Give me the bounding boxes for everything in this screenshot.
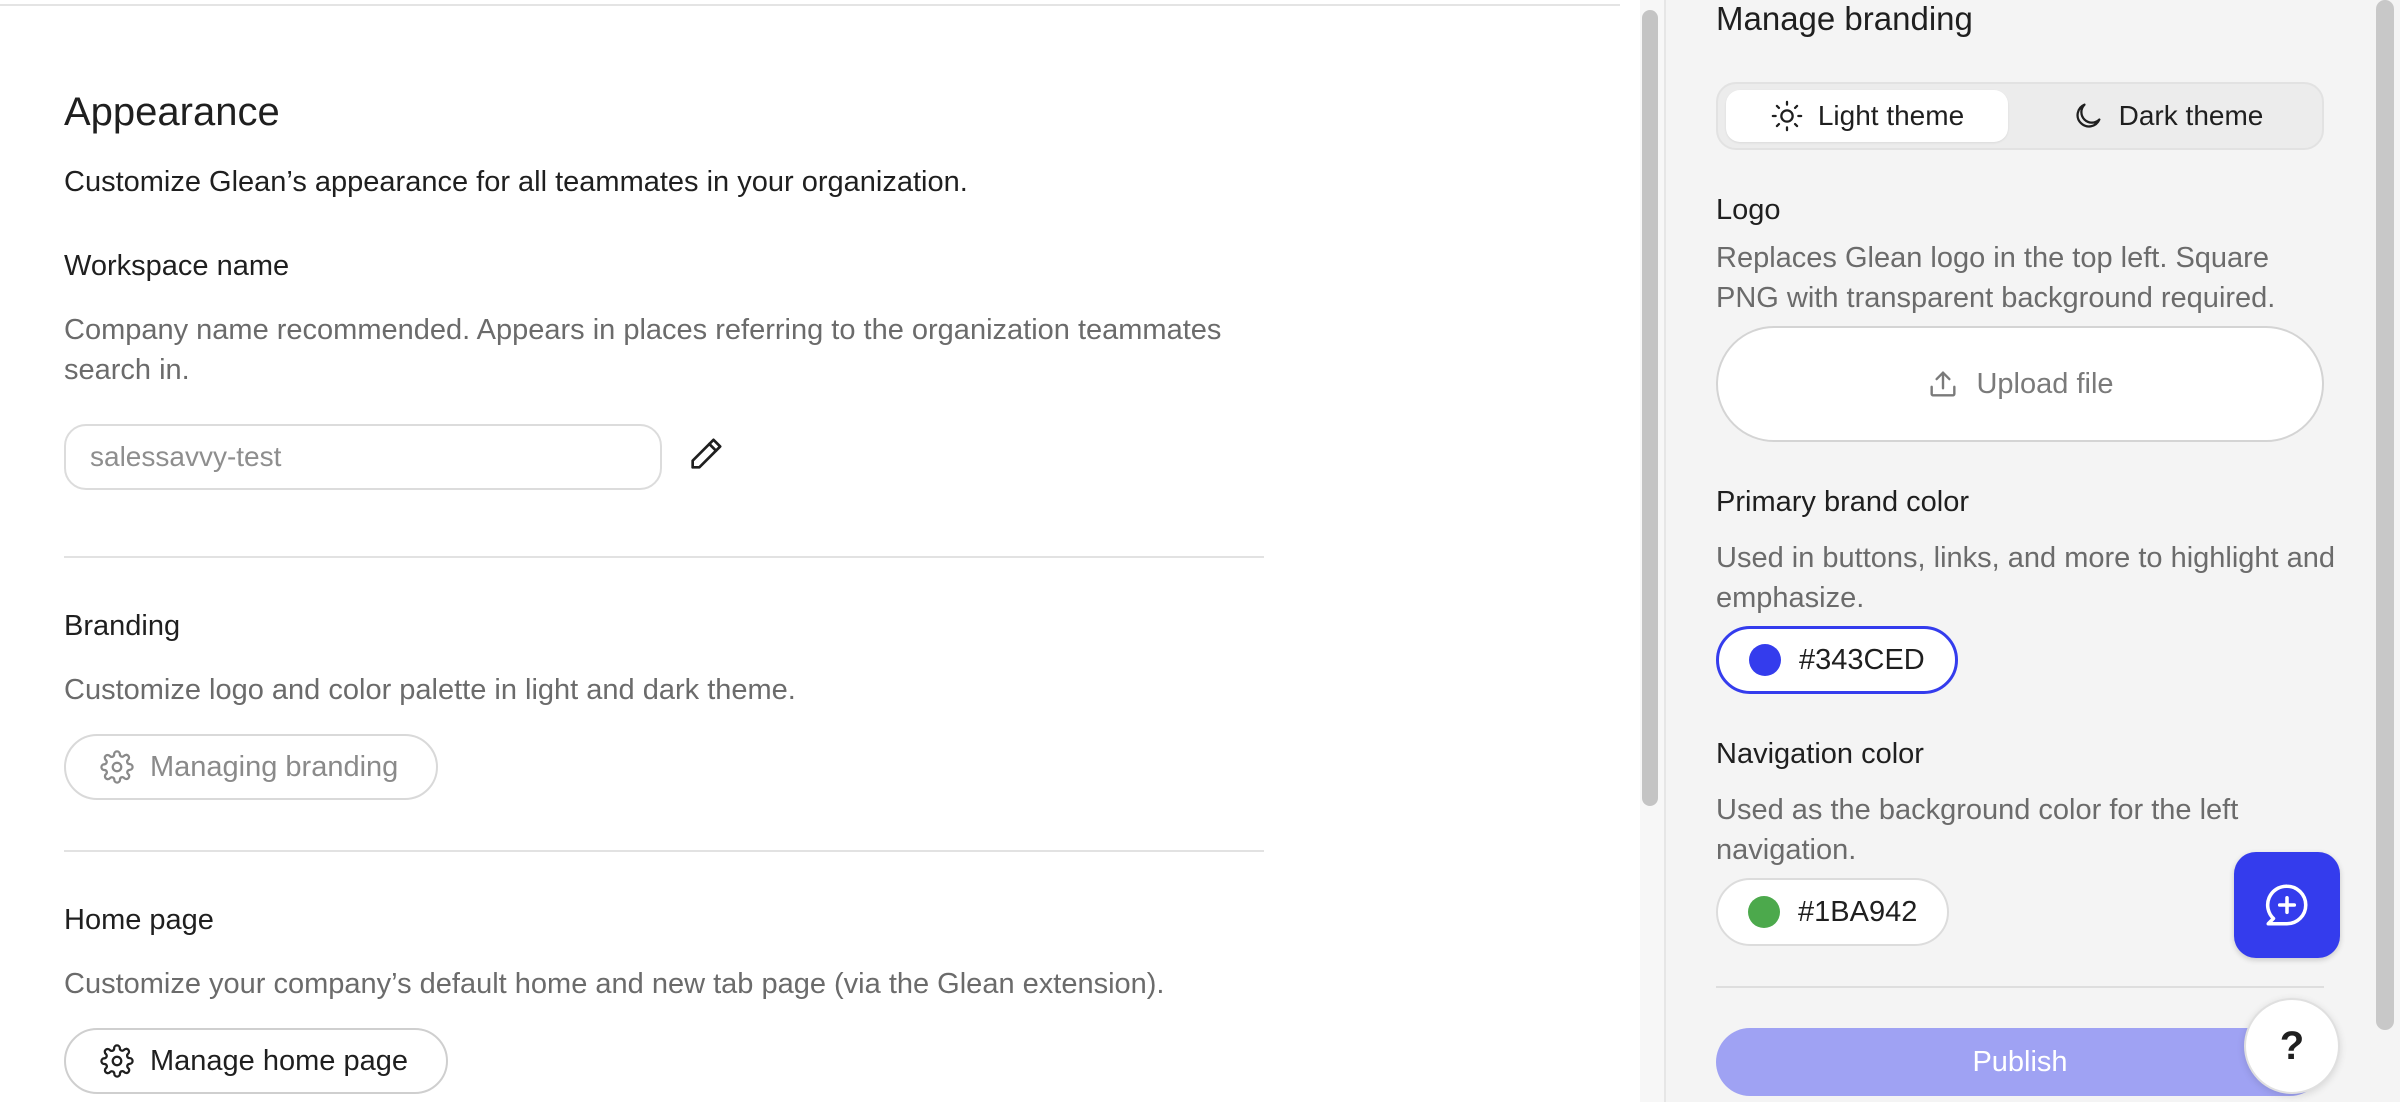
gear-icon <box>100 750 134 784</box>
upload-file-button[interactable]: Upload file <box>1716 326 2324 442</box>
moon-icon <box>2071 99 2105 133</box>
light-theme-label: Light theme <box>1817 100 1965 131</box>
assistant-chat-button[interactable] <box>2234 852 2340 958</box>
primary-brand-color-input[interactable]: #343CED <box>1716 626 1958 694</box>
help-button[interactable]: ? <box>2244 998 2340 1094</box>
right-scrollbar-thumb[interactable] <box>2376 0 2394 1030</box>
chat-sparkle-icon <box>2262 880 2312 930</box>
section-divider <box>64 556 1264 558</box>
help-label: ? <box>2279 1023 2305 1068</box>
left-scrollbar-thumb[interactable] <box>1642 10 1658 806</box>
logo-description: Replaces Glean logo in the top left. Squ… <box>1716 242 2276 314</box>
branding-label: Branding <box>64 610 181 642</box>
primary-brand-color-value: #343CED <box>1799 643 1925 676</box>
publish-button[interactable]: Publish <box>1716 1028 2324 1096</box>
manage-home-page-button[interactable]: Manage home page <box>64 1028 448 1094</box>
workspace-name-description: Company name recommended. Appears in pla… <box>64 314 1222 386</box>
panel-title: Manage branding <box>1716 0 1973 37</box>
navigation-color-value: #1BA942 <box>1798 895 1918 928</box>
navigation-color-input[interactable]: #1BA942 <box>1716 878 1950 946</box>
gear-icon <box>100 1044 134 1078</box>
home-page-description: Customize your company’s default home an… <box>64 968 1165 1000</box>
upload-file-label: Upload file <box>1976 367 2114 400</box>
dark-theme-tab[interactable]: Dark theme <box>2018 90 2316 142</box>
upload-icon <box>1926 367 1960 401</box>
page-subtitle: Customize Glean’s appearance for all tea… <box>64 166 968 198</box>
panel-divider <box>1716 986 2324 988</box>
navigation-color-label: Navigation color <box>1716 738 1924 770</box>
managing-branding-button[interactable]: Managing branding <box>64 734 439 800</box>
home-page-label: Home page <box>64 904 214 936</box>
navigation-color-swatch <box>1748 896 1780 928</box>
managing-branding-label: Managing branding <box>150 750 399 783</box>
light-theme-tab[interactable]: Light theme <box>1726 90 2008 142</box>
primary-brand-color-label: Primary brand color <box>1716 486 1970 518</box>
top-divider <box>0 4 1620 6</box>
workspace-name-value: salessavvy-test <box>90 441 282 472</box>
page-title: Appearance <box>64 90 280 134</box>
manage-home-page-label: Manage home page <box>150 1044 408 1077</box>
publish-label: Publish <box>1972 1045 2068 1078</box>
primary-color-swatch <box>1749 644 1781 676</box>
primary-brand-color-description: Used in buttons, links, and more to high… <box>1716 542 2336 614</box>
dark-theme-label: Dark theme <box>2118 100 2264 131</box>
section-divider <box>64 850 1264 852</box>
theme-toggle: Light theme Dark theme <box>1716 82 2324 150</box>
workspace-name-label: Workspace name <box>64 250 290 282</box>
sun-icon <box>1770 99 1804 133</box>
workspace-name-input[interactable]: salessavvy-test <box>64 424 662 490</box>
pencil-icon[interactable] <box>686 434 726 474</box>
appearance-page: Appearance Customize Glean’s appearance … <box>0 0 1664 1102</box>
logo-label: Logo <box>1716 194 1781 226</box>
branding-description: Customize logo and color palette in ligh… <box>64 674 796 706</box>
